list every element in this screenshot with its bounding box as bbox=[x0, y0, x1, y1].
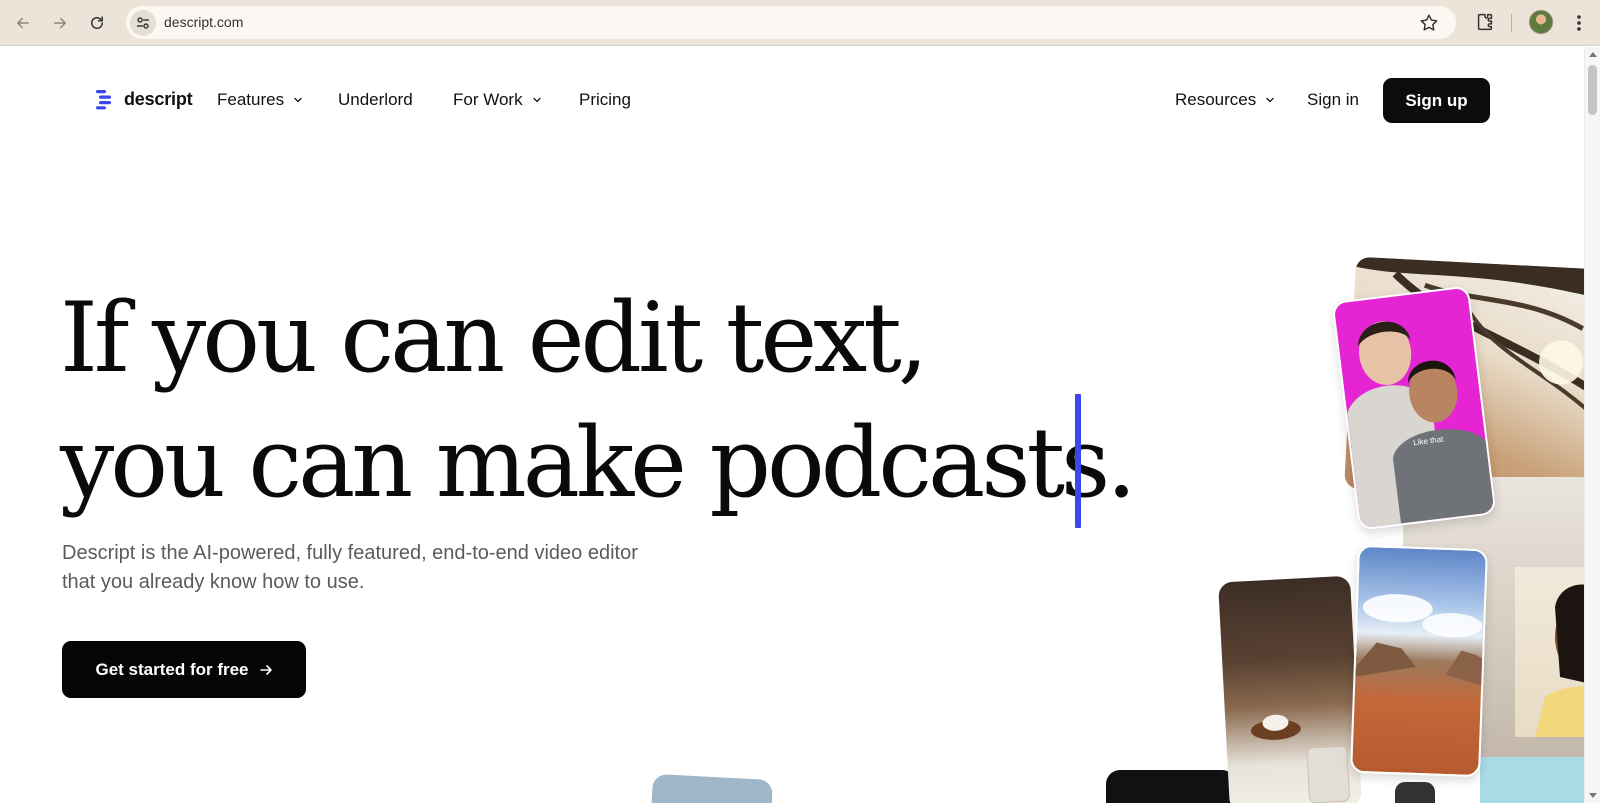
hero-headline-line-2: you can make podcasts. bbox=[60, 407, 1137, 519]
star-icon[interactable] bbox=[1418, 12, 1440, 34]
woman-graphic bbox=[1535, 584, 1584, 737]
media-card-bottom-4 bbox=[1395, 782, 1435, 803]
text-cursor bbox=[1075, 394, 1081, 528]
arrow-left-icon bbox=[17, 17, 29, 29]
descript-logo-icon bbox=[96, 90, 111, 110]
chevron-down-icon bbox=[1266, 97, 1274, 103]
reload-button[interactable] bbox=[83, 9, 111, 37]
arrow-right-icon bbox=[54, 17, 66, 29]
toolbar-divider bbox=[1511, 14, 1512, 32]
media-card-two-people: Like that bbox=[1331, 285, 1497, 531]
nav-pricing[interactable]: Pricing bbox=[579, 90, 631, 110]
media-card-woman bbox=[1515, 567, 1584, 737]
media-card-bottom-2 bbox=[1106, 770, 1236, 803]
hero-subtitle-line-2: that you already know how to use. bbox=[62, 571, 365, 593]
scrollbar-thumb[interactable] bbox=[1588, 65, 1597, 115]
sign-in-link[interactable]: Sign in bbox=[1307, 90, 1359, 110]
page-viewport: descript Features Underlord For Work Pri… bbox=[0, 47, 1584, 803]
media-card-desert bbox=[1350, 544, 1488, 778]
nav-features-label: Features bbox=[217, 90, 285, 109]
desert-graphic bbox=[1355, 594, 1487, 687]
kitchen-graphic bbox=[1250, 714, 1350, 803]
nav-for-work[interactable]: For Work bbox=[453, 90, 542, 110]
chevron-down-icon bbox=[532, 97, 541, 103]
url-text[interactable]: descript.com bbox=[164, 14, 243, 30]
tune-icon bbox=[137, 17, 149, 29]
sign-up-button[interactable]: Sign up bbox=[1383, 78, 1490, 123]
get-started-button[interactable]: Get started for free bbox=[62, 641, 306, 698]
scroll-up-arrow-icon[interactable] bbox=[1589, 52, 1597, 57]
browser-toolbar: descript.com bbox=[0, 0, 1600, 46]
logo-text: descript bbox=[124, 88, 193, 109]
scroll-down-arrow-icon[interactable] bbox=[1589, 793, 1597, 798]
kebab-icon[interactable] bbox=[1571, 12, 1587, 34]
site-header: descript Features Underlord For Work Pri… bbox=[0, 47, 1584, 157]
chevron-down-icon bbox=[294, 97, 302, 103]
media-card-kitchen bbox=[1218, 575, 1362, 803]
media-card-bottom-1 bbox=[651, 773, 773, 803]
get-started-label: Get started for free bbox=[95, 659, 249, 679]
reload-icon bbox=[91, 16, 103, 29]
nav-underlord[interactable]: Underlord bbox=[338, 90, 413, 110]
back-button[interactable] bbox=[9, 9, 37, 37]
site-info-button[interactable] bbox=[130, 10, 156, 36]
nav-features[interactable]: Features bbox=[217, 90, 303, 110]
page-scrollbar[interactable] bbox=[1584, 47, 1600, 803]
nav-for-work-label: For Work bbox=[453, 90, 523, 109]
nav-resources[interactable]: Resources bbox=[1175, 90, 1275, 110]
forward-button[interactable] bbox=[46, 9, 74, 37]
hero-headline-line-1: If you can edit text, bbox=[60, 282, 928, 394]
people-graphic: Like that bbox=[1347, 321, 1497, 531]
sign-in-label: Sign in bbox=[1307, 90, 1359, 109]
descript-logo[interactable]: descript bbox=[95, 88, 193, 110]
avatar[interactable] bbox=[1529, 10, 1553, 34]
hero-subtitle: Descript is the AI-powered, fully featur… bbox=[62, 539, 722, 597]
hero-subtitle-line-1: Descript is the AI-powered, fully featur… bbox=[62, 542, 638, 564]
puzzle-icon[interactable] bbox=[1474, 11, 1496, 33]
address-bar[interactable]: descript.com bbox=[126, 6, 1456, 39]
nav-pricing-label: Pricing bbox=[579, 90, 631, 109]
nav-resources-label: Resources bbox=[1175, 90, 1257, 109]
nav-underlord-label: Underlord bbox=[338, 90, 413, 109]
arrow-right-icon bbox=[259, 664, 272, 675]
